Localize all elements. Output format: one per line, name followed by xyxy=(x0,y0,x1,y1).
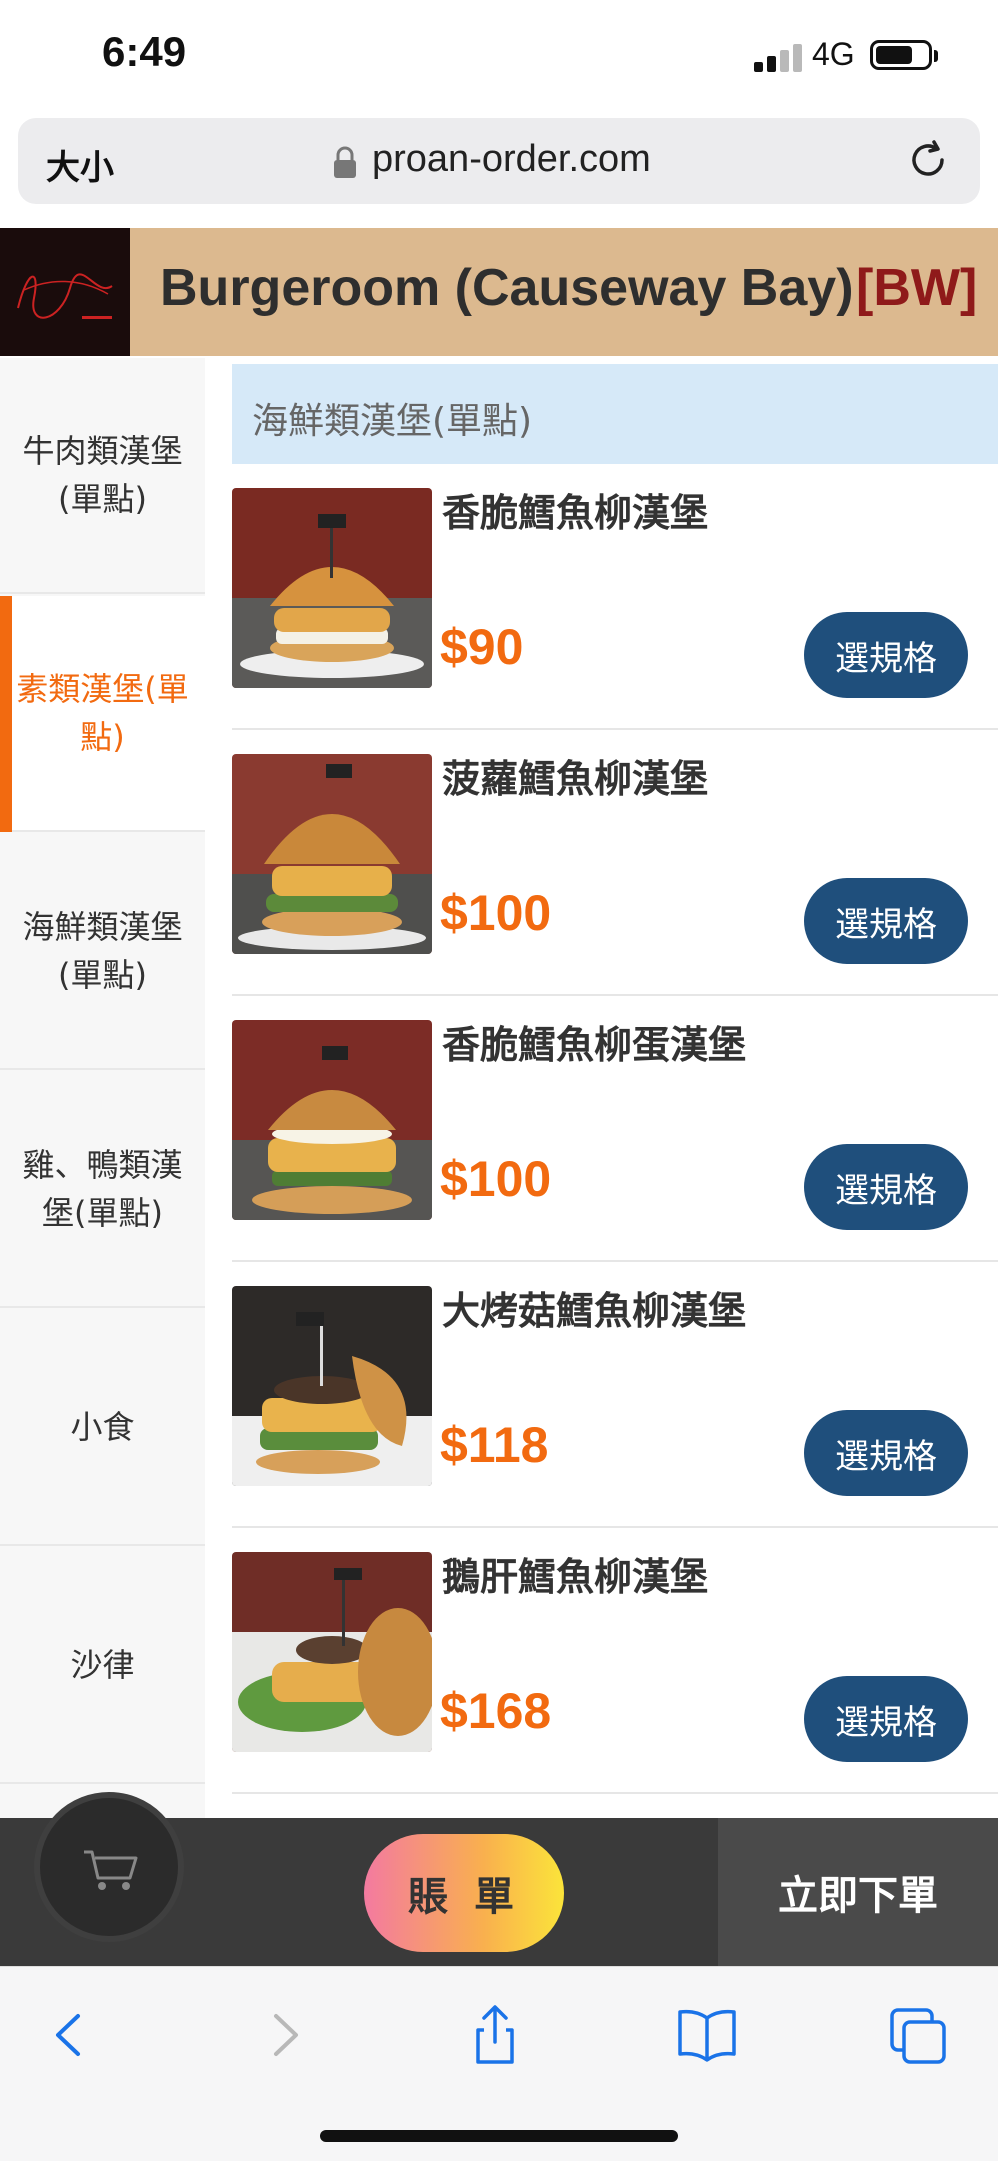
category-item-salad[interactable]: 沙律 xyxy=(0,1548,205,1784)
product-price: $168 xyxy=(440,1683,552,1739)
product-image[interactable] xyxy=(232,1020,432,1220)
product-name: 香脆鱈魚柳蛋漢堡 xyxy=(442,1023,747,1067)
select-options-button[interactable]: 選規格 xyxy=(804,612,968,698)
url-text[interactable]: proan-order.com xyxy=(372,138,651,181)
store-title: Burgeroom (Causeway Bay) xyxy=(160,259,854,317)
product-price: $90 xyxy=(440,619,524,675)
category-sidebar: 牛肉類漢堡(單點) 素類漢堡(單點) 海鮮類漢堡(單點) 雞、鴨類漢堡(單點) … xyxy=(0,358,205,1818)
select-options-button[interactable]: 選規格 xyxy=(804,1410,968,1496)
product-price: $118 xyxy=(440,1417,549,1473)
product-image[interactable] xyxy=(232,488,432,688)
product-image[interactable] xyxy=(232,754,432,954)
section-title: 海鮮類漢堡(單點) xyxy=(252,401,533,442)
product-name: 鵝肝鱈魚柳漢堡 xyxy=(442,1555,709,1599)
product-row[interactable]: 香脆鱈魚柳蛋漢堡 $100 選規格 xyxy=(232,996,998,1262)
battery-tip xyxy=(934,50,938,62)
select-options-button[interactable]: 選規格 xyxy=(804,878,968,964)
place-order-button[interactable]: 立即下單 xyxy=(718,1818,998,1966)
product-row[interactable]: 香脆鱈魚柳漢堡 $90 選規格 xyxy=(232,464,998,730)
tabs-icon[interactable] xyxy=(884,2000,954,2070)
cart-icon xyxy=(84,1850,138,1890)
category-item-chicken-duck[interactable]: 雞、鴨類漢堡(單點) xyxy=(0,1072,205,1308)
product-name: 大烤菇鱈魚柳漢堡 xyxy=(442,1289,747,1333)
share-icon[interactable] xyxy=(460,2000,530,2070)
product-image[interactable] xyxy=(232,1286,432,1486)
store-logo xyxy=(0,228,130,356)
text-size-button[interactable]: 大小 xyxy=(46,140,114,189)
forward-icon[interactable] xyxy=(250,2000,320,2070)
product-row[interactable]: 大烤菇鱈魚柳漢堡 $118 選規格 xyxy=(232,1262,998,1528)
product-row[interactable]: 鵝肝鱈魚柳漢堡 $168 選規格 xyxy=(232,1528,998,1794)
home-indicator xyxy=(320,2130,678,2142)
network-label: 4G xyxy=(812,36,855,72)
back-icon[interactable] xyxy=(34,2000,104,2070)
signal-icon xyxy=(754,44,804,72)
bill-button[interactable]: 賬 單 xyxy=(364,1834,564,1952)
product-name: 菠蘿鱈魚柳漢堡 xyxy=(442,757,709,801)
cart-button[interactable] xyxy=(34,1792,184,1942)
category-item-seafood[interactable]: 海鮮類漢堡(單點) xyxy=(0,834,205,1070)
product-name: 香脆鱈魚柳漢堡 xyxy=(442,491,709,535)
product-price: $100 xyxy=(440,885,552,941)
bookmarks-icon[interactable] xyxy=(672,2000,742,2070)
reload-icon[interactable] xyxy=(904,136,952,184)
select-options-button[interactable]: 選規格 xyxy=(804,1676,968,1762)
product-image[interactable] xyxy=(232,1552,432,1752)
select-options-button[interactable]: 選規格 xyxy=(804,1144,968,1230)
store-tag: [BW] xyxy=(856,259,978,317)
battery-icon xyxy=(870,40,932,70)
category-item-snacks[interactable]: 小食 xyxy=(0,1310,205,1546)
product-row[interactable]: 菠蘿鱈魚柳漢堡 $100 選規格 xyxy=(232,730,998,996)
lock-icon xyxy=(334,146,356,178)
status-time: 6:49 xyxy=(102,28,187,75)
product-price: $100 xyxy=(440,1151,552,1207)
category-item-vegetarian[interactable]: 素類漢堡(單點) xyxy=(0,596,205,832)
category-item-beef[interactable]: 牛肉類漢堡(單點) xyxy=(0,358,205,594)
